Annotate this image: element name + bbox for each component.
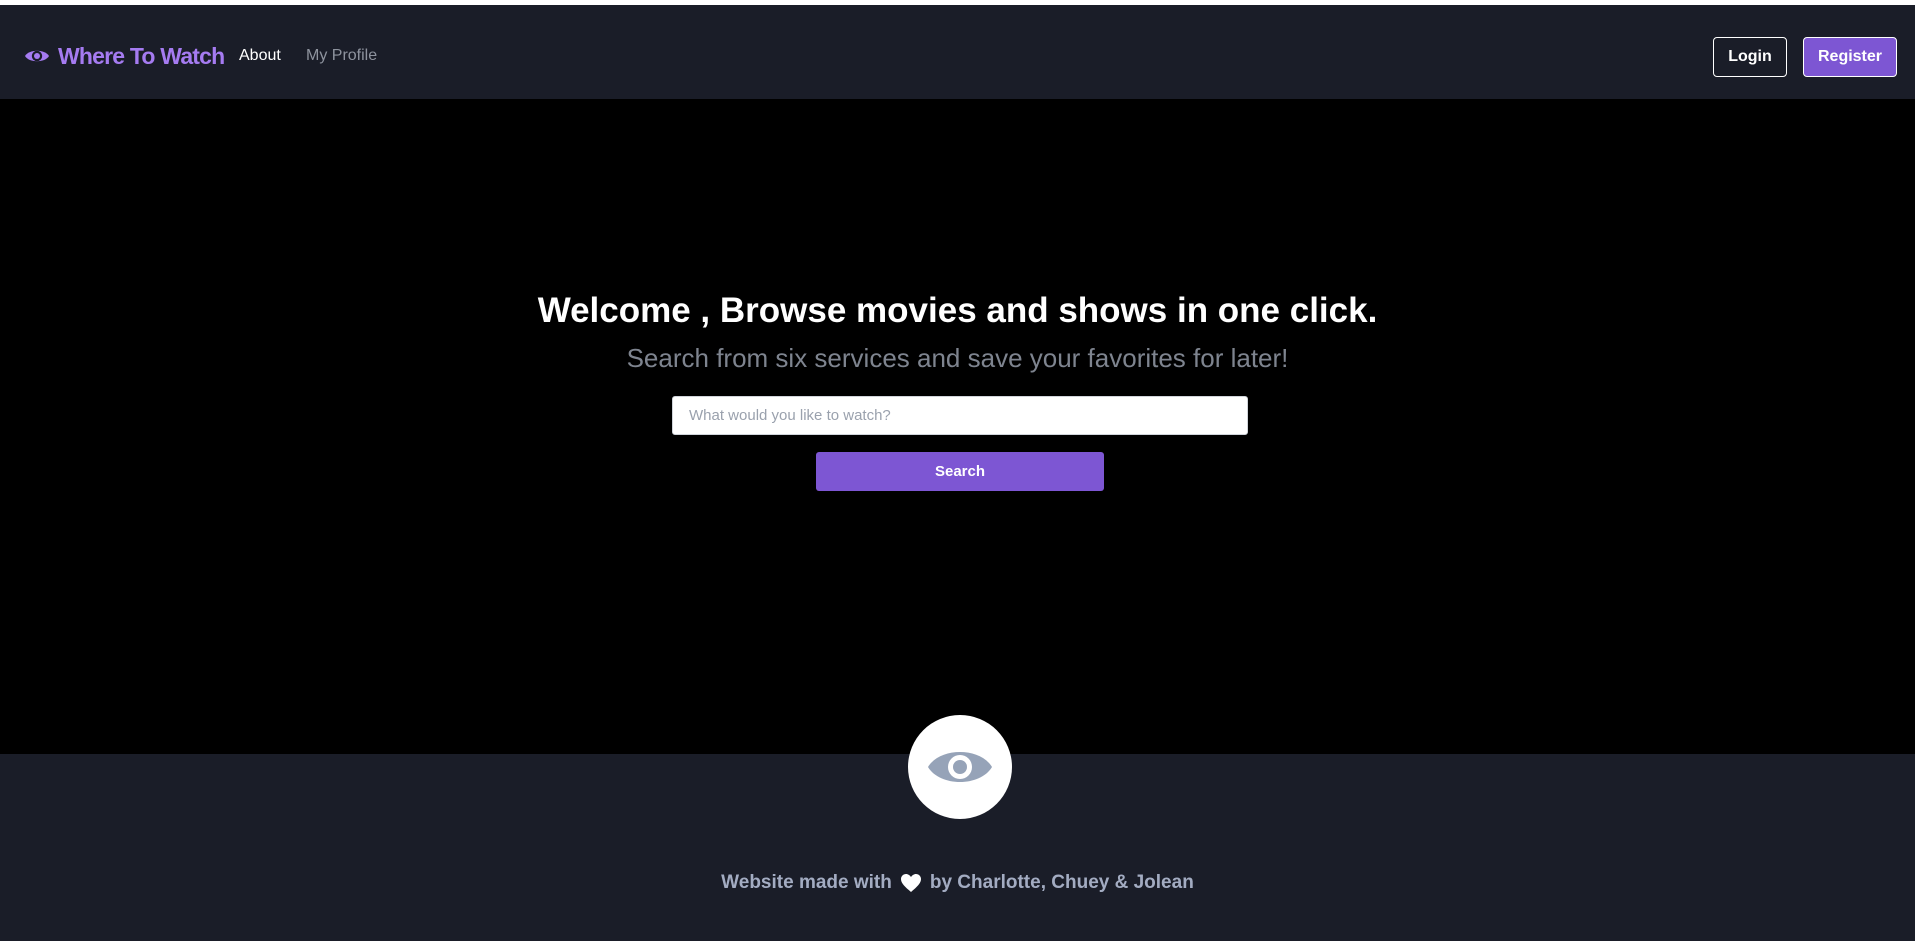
nav-link-my-profile[interactable]: My Profile: [306, 47, 377, 65]
register-button[interactable]: Register: [1803, 37, 1897, 77]
eye-icon: [25, 50, 49, 62]
eye-icon: [928, 752, 992, 782]
search-input[interactable]: [672, 396, 1248, 435]
nav-link-about[interactable]: About: [239, 47, 281, 65]
footer-logo: [908, 715, 1012, 819]
footer-text-after: by Charlotte, Chuey & Jolean: [929, 872, 1194, 893]
login-button[interactable]: Login: [1713, 37, 1787, 77]
hero-title: Welcome , Browse movies and shows in one…: [537, 291, 1378, 330]
footer-credits: Website made with by Charlotte, Chuey & …: [0, 872, 1915, 894]
brand-name: Where To Watch: [58, 42, 225, 69]
hero-subtitle: Search from six services and save your f…: [626, 343, 1289, 373]
footer-text-before: Website made with: [721, 872, 892, 893]
heart-icon: [900, 874, 921, 892]
hero-section: Welcome , Browse movies and shows in one…: [0, 99, 1915, 754]
brand-logo-link[interactable]: Where To Watch: [24, 41, 225, 71]
search-button[interactable]: Search: [816, 452, 1104, 491]
navbar: Where To Watch About My Profile Login Re…: [0, 5, 1915, 99]
